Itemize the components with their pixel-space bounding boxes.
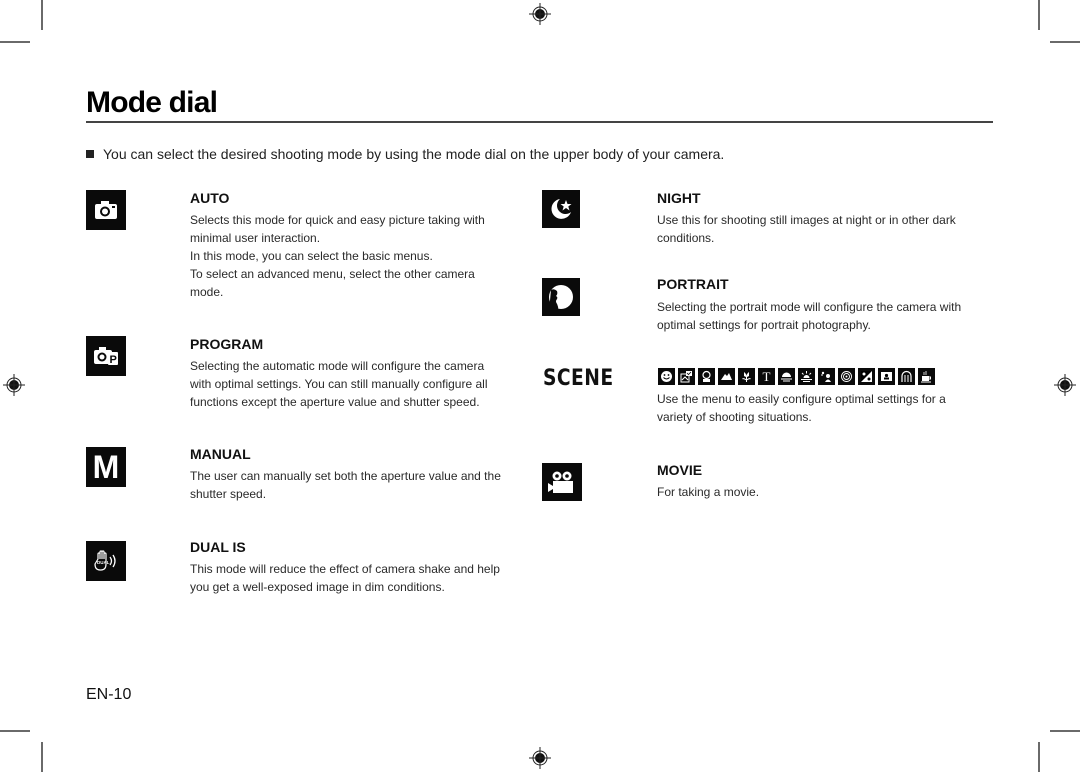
text-icon: T (758, 368, 775, 385)
page-number: EN-10 (86, 686, 132, 703)
intro-text: You can select the desired shooting mode… (103, 146, 725, 162)
crop-mark-br-h (1050, 730, 1080, 732)
food-icon (898, 368, 915, 385)
svg-text:P: P (110, 354, 117, 366)
registration-mark-left (3, 374, 25, 396)
night-heading: NIGHT (657, 190, 701, 206)
crop-mark-br-v (1038, 742, 1040, 772)
crop-mark-bl-h (0, 730, 30, 732)
manual-line: The user can manually set both the apert… (190, 469, 501, 483)
close-up-flower-icon (738, 368, 755, 385)
movie-mode-icon-box (542, 463, 582, 501)
program-line: with optimal settings. You can still man… (190, 377, 488, 391)
program-mode-icon-box: P (86, 336, 126, 376)
backlight-icon (818, 368, 835, 385)
scene-line: variety of shooting situations. (657, 410, 812, 424)
dawn-icon (798, 368, 815, 385)
auto-line: In this mode, you can select the basic m… (190, 249, 433, 263)
auto-line: To select an advanced menu, select the o… (190, 267, 475, 281)
movie-heading: MOVIE (657, 462, 703, 478)
manual-description: The user can manually set both the apert… (190, 467, 520, 503)
auto-line: Selects this mode for quick and easy pic… (190, 213, 485, 227)
portrait-heading: PORTRAIT (657, 276, 729, 292)
dual-is-hand-icon: DUAL (94, 550, 116, 571)
moon-star-icon (551, 199, 572, 219)
auto-mode-icon-box (86, 190, 126, 230)
auto-heading: AUTO (190, 190, 230, 206)
scene-mode-label: SCENE (543, 366, 614, 391)
title-rule (86, 121, 993, 123)
portrait-mode-icon-box (542, 278, 580, 316)
portrait-description: Selecting the portrait mode will configu… (657, 298, 987, 334)
camera-program-icon: P (94, 347, 118, 366)
program-description: Selecting the automatic mode will config… (190, 357, 520, 411)
bullet-square-icon (86, 150, 94, 158)
camera-icon (95, 201, 117, 219)
children-icon (698, 368, 715, 385)
night-line: Use this for shooting still images at ni… (657, 213, 956, 227)
auto-description: Selects this mode for quick and easy pic… (190, 211, 520, 301)
firework-icon (838, 368, 855, 385)
landscape-icon (718, 368, 735, 385)
manual-mode-icon-box: M (86, 447, 126, 487)
dual-is-mode-icon-box: DUAL (86, 541, 126, 581)
scene-description: Use the menu to easily configure optimal… (657, 390, 987, 426)
program-heading: PROGRAM (190, 336, 264, 352)
night-mode-icon-box (542, 190, 580, 228)
manual-m-icon: M (92, 449, 120, 485)
crop-mark-tr-v (1038, 0, 1040, 30)
frame-guide-icon (678, 368, 695, 385)
portrait-line: optimal settings for portrait photograph… (657, 318, 871, 332)
dual-is-heading: DUAL IS (190, 539, 246, 555)
manual-line: shutter speed. (190, 487, 267, 501)
manual-heading: MANUAL (190, 446, 251, 462)
crop-mark-tl-v (41, 0, 43, 30)
movie-line: For taking a movie. (657, 485, 760, 499)
night-line: conditions. (657, 231, 715, 245)
dual-is-line: you get a well-exposed image in dim cond… (190, 580, 445, 594)
beach-snow-icon (858, 368, 875, 385)
registration-mark-right (1054, 374, 1076, 396)
sunset-icon (778, 368, 795, 385)
crop-mark-tr-h (1050, 41, 1080, 43)
scene-icon-strip: T (658, 368, 935, 385)
registration-mark-top (529, 3, 551, 25)
auto-line: minimal user interaction. (190, 231, 321, 245)
smile-icon (658, 368, 675, 385)
svg-text:DUAL: DUAL (97, 560, 110, 565)
portrait-line: Selecting the portrait mode will configu… (657, 300, 962, 314)
text-icon-glyph: T (762, 369, 771, 384)
portrait-silhouette-icon (549, 285, 573, 311)
movie-camera-icon (548, 471, 573, 493)
scene-line: Use the menu to easily configure optimal… (657, 392, 946, 406)
self-shot-icon (878, 368, 895, 385)
cafe-icon (918, 368, 935, 385)
intro-paragraph: You can select the desired shooting mode… (86, 146, 724, 162)
crop-mark-tl-h (0, 41, 30, 43)
night-description: Use this for shooting still images at ni… (657, 211, 987, 247)
auto-line: mode. (190, 285, 224, 299)
movie-description: For taking a movie. (657, 483, 987, 501)
page-title: Mode dial (86, 86, 218, 119)
program-line: Selecting the automatic mode will config… (190, 359, 485, 373)
dual-is-description: This mode will reduce the effect of came… (190, 560, 520, 596)
crop-mark-bl-v (41, 742, 43, 772)
program-line: functions except the aperture value and … (190, 395, 480, 409)
registration-mark-bottom (529, 747, 551, 769)
dual-is-line: This mode will reduce the effect of came… (190, 562, 500, 576)
